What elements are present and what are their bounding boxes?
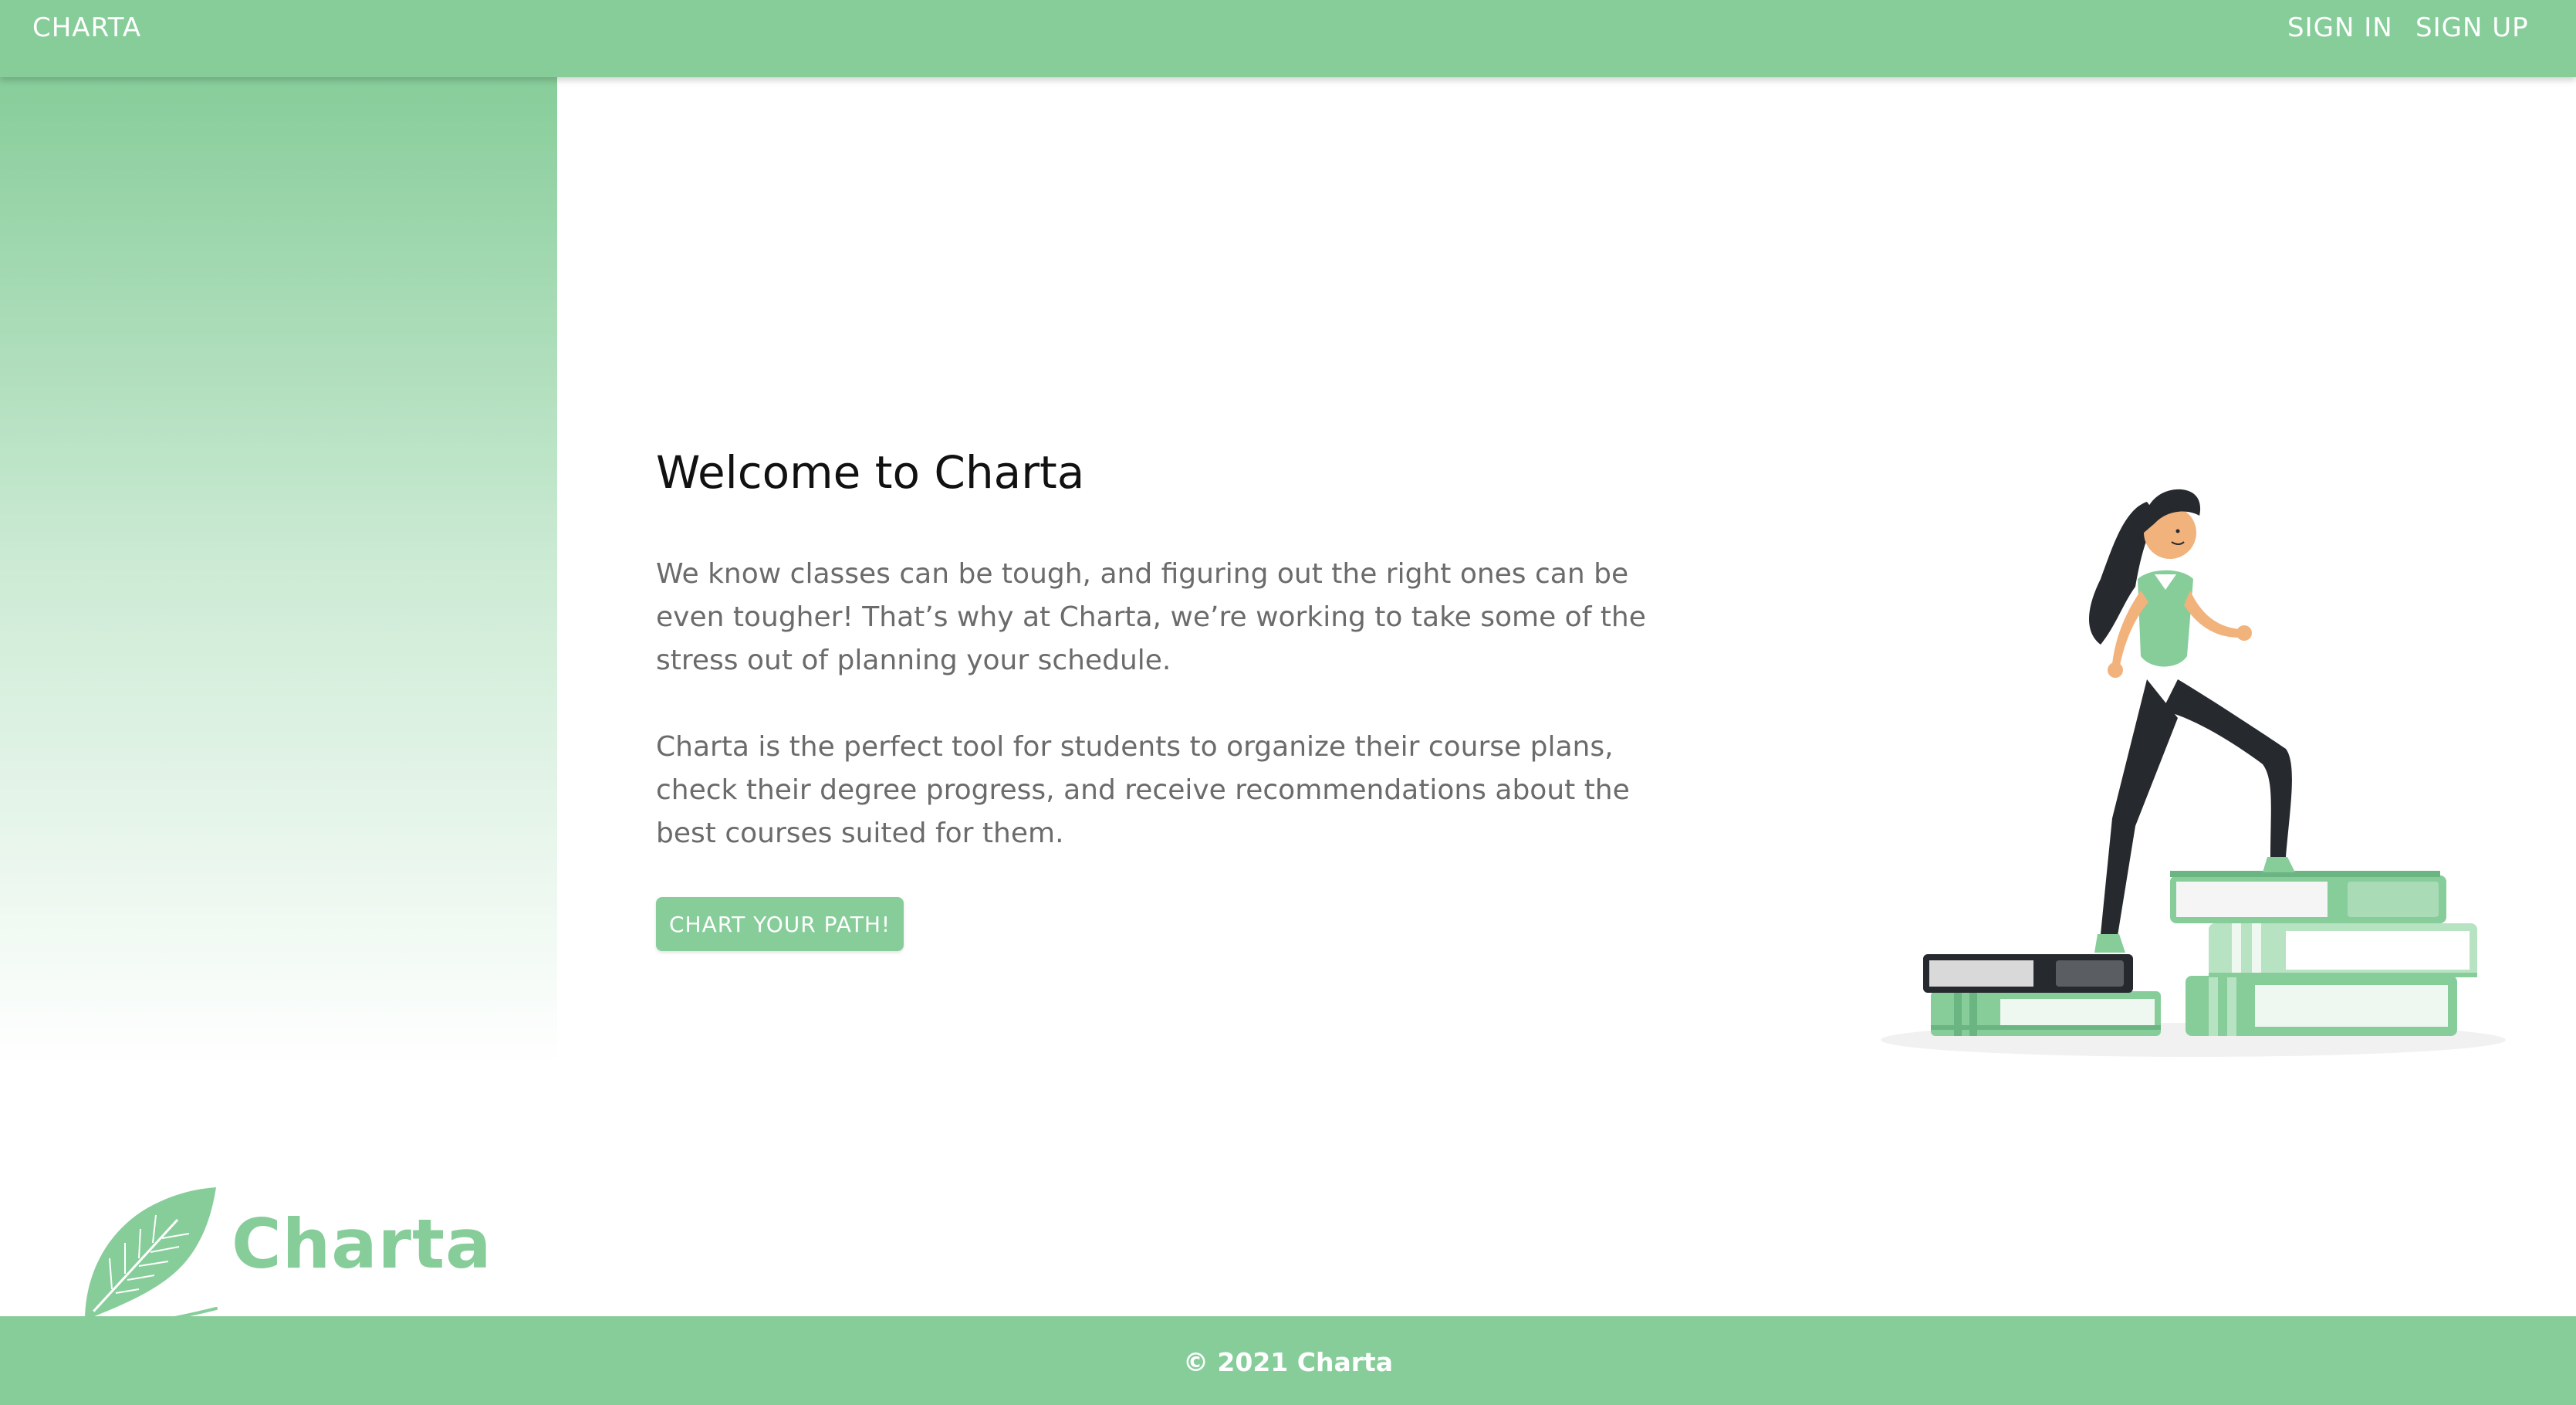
woman-climbing-books-illustration bbox=[1881, 489, 2506, 1057]
side-panel: Charta bbox=[0, 77, 557, 1366]
page-title: Welcome to Charta bbox=[656, 446, 1085, 499]
intro-paragraph: We know classes can be tough, and figuri… bbox=[656, 558, 1646, 676]
copyright-text: © 2021 Charta bbox=[1182, 1347, 1394, 1377]
feather-quill-icon bbox=[76, 1187, 218, 1332]
description-paragraph: Charta is the perfect tool for students … bbox=[656, 731, 1630, 849]
chart-your-path-button[interactable]: CHART YOUR PATH! bbox=[656, 897, 904, 951]
sign-up-link[interactable]: SIGN UP bbox=[2415, 12, 2529, 43]
sign-in-link[interactable]: SIGN IN bbox=[2287, 12, 2393, 43]
top-nav-bar: CHARTA SIGN IN SIGN UP bbox=[0, 0, 2576, 77]
logo-wordmark: Charta bbox=[232, 1204, 492, 1284]
footer: © 2021 Charta bbox=[0, 1316, 2576, 1405]
brand-link[interactable]: CHARTA bbox=[32, 12, 141, 43]
main-content: Welcome to Charta We know classes can be… bbox=[557, 77, 2576, 1316]
